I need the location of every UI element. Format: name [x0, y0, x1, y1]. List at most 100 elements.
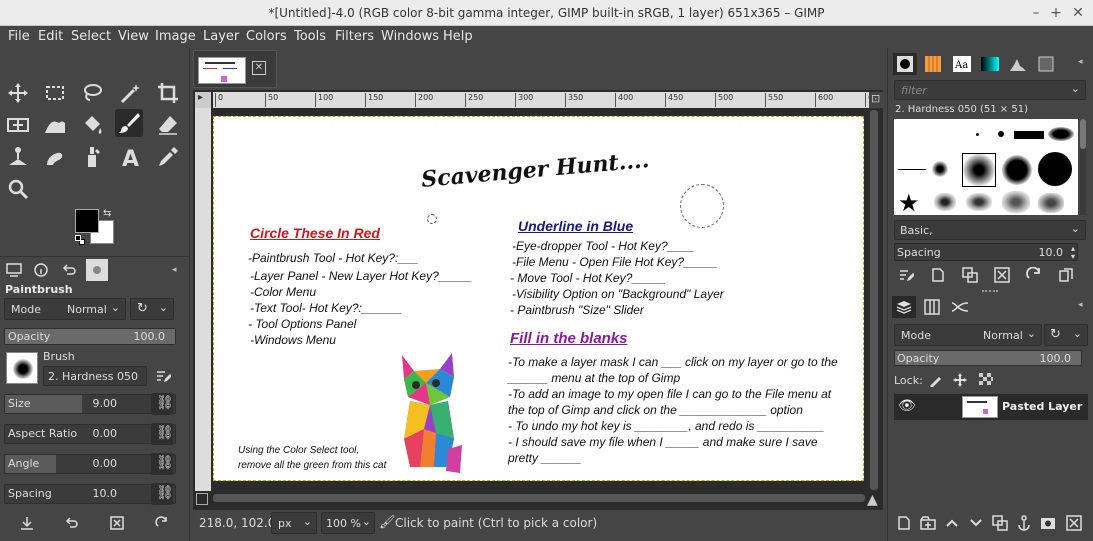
vertical-scrollbar[interactable]	[870, 110, 878, 490]
delete-brush-icon[interactable]	[990, 264, 1014, 286]
device-status-tab-icon[interactable]	[29, 259, 53, 281]
angle-link-icon[interactable]: ⛓	[151, 453, 174, 475]
minimize-button[interactable]: –	[1026, 3, 1046, 23]
selected-brush-cell[interactable]	[962, 153, 996, 187]
save-options-icon[interactable]	[15, 512, 39, 534]
lock-position-icon[interactable]	[948, 369, 972, 391]
paintbrush-tool-icon[interactable]	[115, 109, 143, 137]
refresh-brushes-icon[interactable]	[1022, 264, 1046, 286]
mode-reset-dropdown[interactable]: ↻ ⌄	[130, 298, 174, 320]
edit-brush-icon[interactable]	[894, 264, 918, 286]
tool-options-tab-icon[interactable]	[2, 259, 26, 281]
lower-layer-icon[interactable]	[964, 512, 988, 534]
brush-spacing-slider[interactable]: Spacing 10.0 ▴ ▾	[894, 243, 1078, 261]
menu-filters[interactable]: Filters	[335, 29, 374, 44]
open-brush-as-image-icon[interactable]	[1054, 264, 1078, 286]
edit-brush-icon[interactable]	[151, 365, 175, 387]
menu-colors[interactable]: Colors	[246, 29, 287, 44]
layer-opacity-slider[interactable]: Opacity 100.0	[894, 350, 1082, 366]
histogram-tab-icon[interactable]	[1006, 53, 1030, 75]
lock-alpha-icon[interactable]	[974, 369, 998, 391]
horizontal-scrollbar[interactable]	[213, 494, 865, 502]
unified-transform-tool-icon[interactable]	[4, 111, 32, 139]
dodge-burn-tool-icon[interactable]	[78, 143, 106, 171]
reset-options-icon[interactable]	[150, 512, 174, 534]
images-tab-icon[interactable]	[86, 259, 108, 281]
brush-name-field[interactable]: 2. Hardness 050	[43, 366, 147, 386]
eye-visibility-icon[interactable]: 👁	[898, 398, 916, 414]
move-tool-icon[interactable]	[4, 79, 32, 107]
bucket-fill-tool-icon[interactable]	[78, 111, 106, 139]
clone-tool-icon[interactable]	[4, 143, 32, 171]
undo-history-tab-icon[interactable]	[57, 259, 81, 281]
mode-dropdown[interactable]: Mode Normal ⌄	[4, 298, 126, 320]
layer-row[interactable]: 👁 Pasted Layer	[894, 394, 1088, 420]
restore-options-icon[interactable]	[60, 512, 84, 534]
menu-image[interactable]: Image	[155, 29, 196, 44]
navigate-image-icon[interactable]: ▲	[867, 492, 878, 508]
anchor-layer-icon[interactable]	[1012, 512, 1036, 534]
layer-mode-dropdown[interactable]: Mode Normal ⌄	[894, 324, 1042, 346]
warp-transform-tool-icon[interactable]	[41, 111, 69, 139]
configure-tab-icon[interactable]: ◂	[1078, 300, 1083, 310]
aspect-ratio-link-icon[interactable]: ⛓	[151, 423, 174, 445]
dock-resize-handle[interactable]	[982, 290, 998, 293]
add-mask-icon[interactable]	[1036, 512, 1060, 534]
new-brush-icon[interactable]	[926, 264, 950, 286]
brushes-tab-icon[interactable]	[893, 53, 917, 75]
spacing-link-icon[interactable]: ⛓	[151, 483, 174, 505]
configure-tab-icon[interactable]: ◂	[172, 265, 177, 275]
menu-edit[interactable]: Edit	[38, 29, 63, 44]
delete-layer-icon[interactable]	[1062, 512, 1086, 534]
eraser-tool-icon[interactable]	[154, 111, 182, 139]
brush-grid[interactable]: ★	[894, 119, 1078, 215]
rect-select-tool-icon[interactable]	[41, 79, 69, 107]
horizontal-ruler[interactable]: 050100150200250300350400450500550600650	[213, 92, 883, 108]
brush-preview[interactable]	[6, 352, 38, 384]
lasso-tool-icon[interactable]	[78, 79, 106, 107]
new-layer-group-icon[interactable]	[916, 512, 940, 534]
new-layer-icon[interactable]	[892, 512, 916, 534]
layer-mode-reset-dropdown[interactable]: ↻ ⌄	[1044, 324, 1088, 346]
configure-tab-icon[interactable]: ◂	[1078, 57, 1083, 67]
paths-tab-icon[interactable]	[948, 296, 972, 318]
image-tab[interactable]: ✕	[193, 50, 277, 88]
crop-tool-icon[interactable]	[154, 79, 182, 107]
fonts-tab-icon[interactable]: Aa	[950, 53, 974, 75]
swap-colors-icon[interactable]: ⇆	[103, 208, 111, 219]
image-canvas[interactable]: Scavenger Hunt.... Circle These In Red -…	[213, 116, 864, 481]
duplicate-brush-icon[interactable]	[958, 264, 982, 286]
lock-pixels-icon[interactable]	[924, 369, 948, 391]
color-picker-tool-icon[interactable]	[154, 143, 182, 171]
zoom-tool-icon[interactable]	[4, 175, 32, 203]
unit-dropdown[interactable]: px ⌄	[271, 512, 317, 534]
zoom-dropdown[interactable]: 100 % ⌄	[321, 512, 375, 534]
opacity-slider[interactable]: Opacity 100.0	[4, 328, 176, 345]
foreground-color-swatch[interactable]	[75, 209, 99, 233]
close-tab-icon[interactable]: ✕	[252, 61, 266, 75]
layers-tab-icon[interactable]	[892, 296, 916, 318]
size-link-icon[interactable]: ⛓	[151, 393, 174, 415]
menu-file[interactable]: File	[8, 29, 30, 44]
reset-colors-icon[interactable]	[75, 235, 85, 245]
gradients-tab-icon[interactable]	[978, 53, 1002, 75]
quick-mask-corner-icon[interactable]: ▸	[195, 92, 211, 108]
raise-layer-icon[interactable]	[940, 512, 964, 534]
brush-grid-scrollbar[interactable]	[1080, 119, 1086, 215]
menu-select[interactable]: Select	[71, 29, 111, 44]
menu-layer[interactable]: Layer	[203, 29, 239, 44]
patterns-tab-icon[interactable]	[921, 53, 945, 75]
maximize-button[interactable]: +	[1046, 3, 1066, 23]
vertical-ruler[interactable]	[195, 108, 211, 491]
close-window-button[interactable]: ✕	[1068, 3, 1088, 23]
menu-windows[interactable]: Windows	[381, 29, 439, 44]
fuzzy-select-tool-icon[interactable]	[117, 79, 145, 107]
brush-preset-dropdown[interactable]: Basic, ⌄	[894, 220, 1086, 240]
duplicate-layer-icon[interactable]	[988, 512, 1012, 534]
delete-options-icon[interactable]	[105, 512, 129, 534]
smudge-tool-icon[interactable]	[41, 143, 69, 171]
brush-filter-input[interactable]: filter ⌄	[894, 80, 1086, 100]
menu-help[interactable]: Help	[443, 29, 473, 44]
menu-view[interactable]: View	[118, 29, 149, 44]
document-history-tab-icon[interactable]	[1034, 53, 1058, 75]
